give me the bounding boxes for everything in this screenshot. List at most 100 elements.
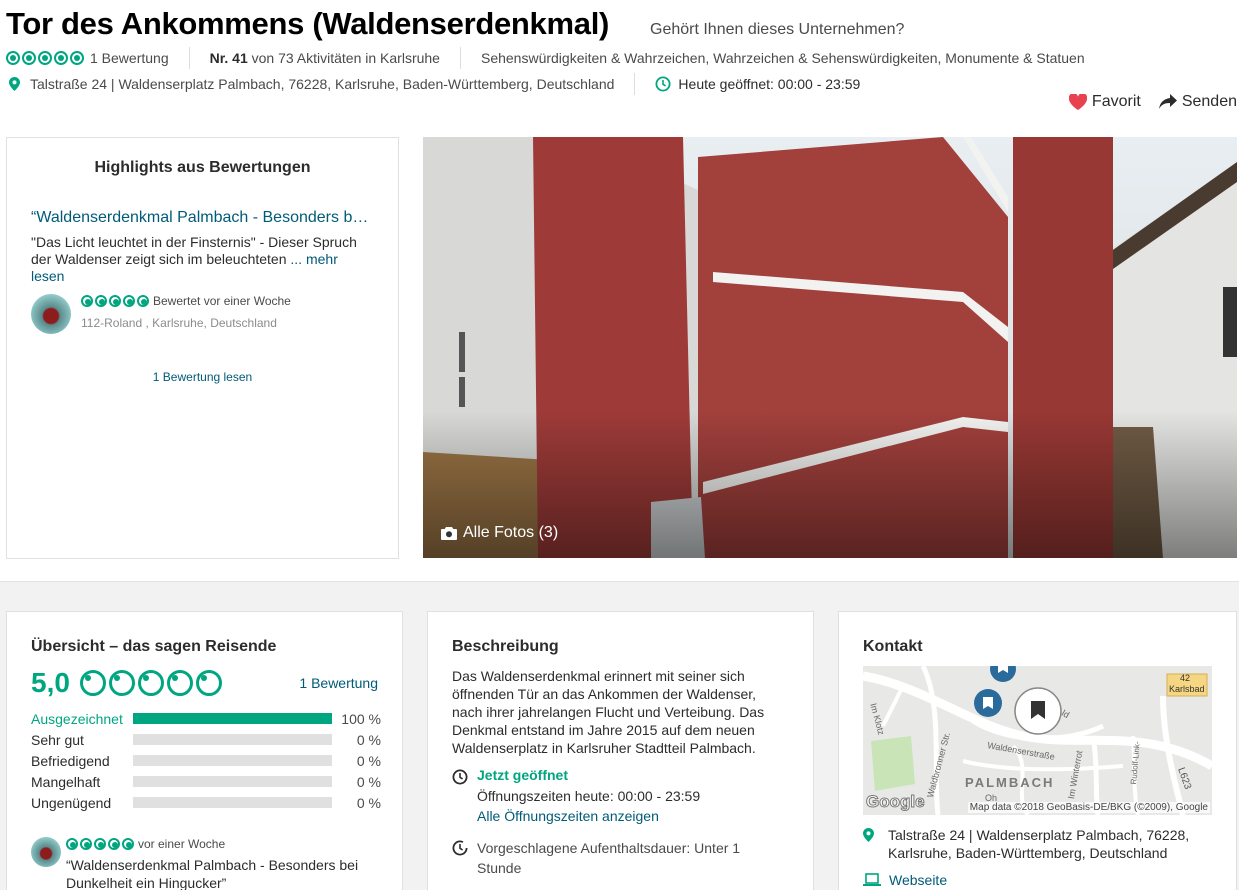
address-row: Talstraße 24 | Waldenserplatz Palmbach, … <box>6 73 860 95</box>
rating-row-terrible[interactable]: Ungenügend 0 % <box>31 792 381 813</box>
website-row[interactable]: Webseite <box>863 872 947 888</box>
share-button[interactable]: Senden <box>1158 93 1237 111</box>
open-status: Jetzt geöffnet Öffnungszeiten heute: 00:… <box>452 767 700 824</box>
favorite-button[interactable]: Favorit <box>1068 93 1141 111</box>
rating-label: Sehr gut <box>31 731 84 748</box>
map-attribution: Map data ©2018 GeoBasis-DE/BKG (©2009), … <box>967 802 1210 813</box>
hours-today: Öffnungszeiten heute: 00:00 - 23:59 <box>477 788 701 804</box>
snippet-review-link[interactable]: “Waldenserdenkmal Palmbach - Besonders b… <box>66 856 376 890</box>
ranking-number: Nr. 41 <box>209 50 248 66</box>
rating-percent: 0 % <box>356 794 381 811</box>
reviewer-rating-bubbles <box>81 295 149 307</box>
review-title-link[interactable]: “Waldenserdenkmal Palmbach - Besonders b… <box>31 209 398 227</box>
rating-bubble-icon <box>95 295 107 307</box>
website-link[interactable]: Webseite <box>889 872 947 888</box>
rating-bubble-icon <box>109 295 121 307</box>
suggested-duration: Vorgeschlagene Aufenthaltsdauer: Unter 1… <box>477 840 741 876</box>
contact-card: Kontakt 42 Karlsbad Im Klotz ld Waldense… <box>838 611 1237 890</box>
rating-percent: 100 % <box>341 710 381 727</box>
rating-row-average[interactable]: Befriedigend 0 % <box>31 750 381 771</box>
ranking[interactable]: Nr. 41 von 73 Aktivitäten in Karlsruhe <box>210 50 440 66</box>
avatar[interactable] <box>31 294 71 334</box>
page-title: Tor des Ankommens (Waldenserdenkmal) <box>6 6 610 41</box>
rating-bubble-icon <box>38 51 52 65</box>
rating-bubble-icon <box>66 838 78 850</box>
snippet-date: vor einer Woche <box>138 837 226 851</box>
reviewer-block: Bewertet vor einer Woche 112-Roland , Ka… <box>31 294 291 334</box>
rating-bubble-icon <box>108 838 120 850</box>
review-snippet-ellipsis: ... <box>290 251 303 267</box>
all-hours-link[interactable]: Alle Öffnungszeiten anzeigen <box>477 808 700 824</box>
rating-row-poor[interactable]: Mangelhaft 0 % <box>31 771 381 792</box>
rating-label: Ausgezeichnet <box>31 710 123 727</box>
divider <box>634 73 636 95</box>
rating-bubble-icon <box>108 670 135 696</box>
overall-score: 5,0 <box>31 667 70 698</box>
heart-icon <box>1068 94 1087 110</box>
share-label: Senden <box>1181 93 1237 110</box>
google-logo: Google <box>866 792 926 812</box>
review-snippet: "Das Licht leuchtet in der Finsternis" -… <box>31 234 366 285</box>
rating-bubble-icon <box>70 51 84 65</box>
divider <box>188 47 190 69</box>
highlights-title: Highlights aus Bewertungen <box>94 159 311 176</box>
rating-label: Mangelhaft <box>31 773 101 790</box>
snippet-rating-bubbles <box>66 838 134 850</box>
rating-bubble-icon <box>137 295 149 307</box>
rating-percent: 0 % <box>356 773 381 790</box>
reviewer-name[interactable]: 112-Roland <box>81 316 142 330</box>
avatar[interactable] <box>31 837 61 867</box>
favorite-label: Favorit <box>1091 93 1141 110</box>
address-text[interactable]: Talstraße 24 | Waldenserplatz Palmbach, … <box>30 76 614 92</box>
page-header: Tor des Ankommens (Waldenserdenkmal) Geh… <box>0 0 1239 137</box>
rating-bubbles[interactable] <box>6 51 84 65</box>
rating-bar-fill <box>133 713 332 724</box>
overview-card: Übersicht – das sagen Reisende 5,0 1 Bew… <box>6 611 403 890</box>
map-label-karlsbad: Karlsbad <box>1169 684 1205 694</box>
hero-photo[interactable]: Alle Fotos (3) <box>423 137 1237 558</box>
categories[interactable]: Sehenswürdigkeiten & Wahrzeichen, Wahrze… <box>481 50 1085 66</box>
rating-label: Befriedigend <box>31 752 110 769</box>
header-actions: Favorit Senden <box>1068 93 1237 111</box>
rating-bubble-icon <box>195 670 222 696</box>
rating-bubble-icon <box>166 670 193 696</box>
highlights-card: Highlights aus Bewertungen “Waldenserden… <box>6 137 399 559</box>
clock-icon <box>655 76 671 92</box>
rating-bubble-icon <box>137 670 164 696</box>
claim-business-link[interactable]: Gehört Ihnen dieses Unternehmen? <box>650 21 904 39</box>
details-section: Übersicht – das sagen Reisende 5,0 1 Bew… <box>0 581 1239 890</box>
map-label-road-number: 42 <box>1180 673 1191 683</box>
overview-reviews-link[interactable]: 1 Bewertung <box>299 675 378 691</box>
rating-bar <box>133 734 332 745</box>
contact-address[interactable]: Talstraße 24 | Waldenserplatz Palmbach, … <box>888 826 1203 862</box>
rating-row-very-good[interactable]: Sehr gut 0 % <box>31 729 381 750</box>
rating-bubble-icon <box>79 670 106 696</box>
all-photos-button[interactable]: Alle Fotos (3) <box>441 524 558 542</box>
rating-bar <box>133 755 332 766</box>
rating-row-excellent[interactable]: Ausgezeichnet 100 % <box>31 708 381 729</box>
ranking-text: von 73 Aktivitäten in Karlsruhe <box>251 50 440 66</box>
rating-bar <box>133 776 332 787</box>
rating-bubble-icon <box>81 295 93 307</box>
description-card: Beschreibung Das Waldenserdenkmal erinne… <box>427 611 814 890</box>
review-count-link[interactable]: 1 Bewertung <box>90 50 169 66</box>
map[interactable]: 42 Karlsbad Im Klotz ld Waldenserstraße … <box>863 666 1212 815</box>
reviewer-location: , Karlsruhe, Deutschland <box>145 316 277 330</box>
description-title: Beschreibung <box>452 638 559 655</box>
review-snippet-row: vor einer Woche “Waldenserdenkmal Palmba… <box>31 837 376 890</box>
contact-address-row: Talstraße 24 | Waldenserplatz Palmbach, … <box>863 826 1203 862</box>
divider <box>459 47 461 69</box>
monument-photo <box>423 137 1237 558</box>
rating-bubble-icon <box>80 838 92 850</box>
opening-hours-text[interactable]: Heute geöffnet: 00:00 - 23:59 <box>678 76 860 92</box>
rating-breakdown: Ausgezeichnet 100 % Sehr gut 0 % Befried… <box>31 708 381 813</box>
open-now-label: Jetzt geöffnet <box>477 767 568 783</box>
clock-icon <box>452 769 468 785</box>
rating-bubble-icon <box>6 51 20 65</box>
rating-percent: 0 % <box>356 731 381 748</box>
read-reviews-link[interactable]: 1 Bewertung lesen <box>7 370 398 384</box>
rating-bubble-icon <box>94 838 106 850</box>
share-icon <box>1158 94 1177 109</box>
review-date: Bewertet vor einer Woche <box>153 294 291 308</box>
all-photos-label: Alle Fotos (3) <box>463 524 559 541</box>
